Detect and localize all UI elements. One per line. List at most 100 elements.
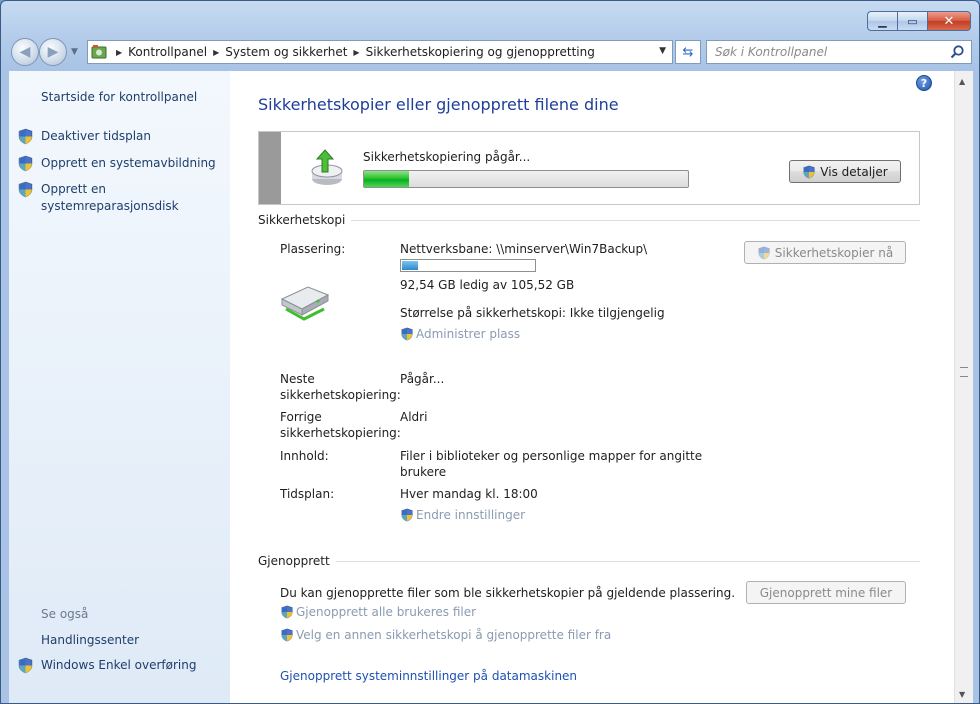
breadcrumb-separator-icon[interactable]: ▶ <box>110 48 128 57</box>
restore-system-settings-link[interactable]: Gjenopprett systeminnstillinger på datam… <box>280 669 577 683</box>
address-dropdown-icon[interactable]: ▼ <box>659 46 666 56</box>
manage-space-label: Administrer plass <box>416 327 521 341</box>
schedule-label: Tidsplan: <box>280 487 335 501</box>
backup-section-title: Sikkerhetskopi <box>258 213 346 227</box>
breadcrumb-control-panel[interactable]: Kontrollpanel <box>128 45 207 59</box>
next-backup-label-line1: Neste <box>280 372 315 386</box>
breadcrumb-separator-icon[interactable]: ▶ <box>207 48 225 57</box>
close-button[interactable]: ✕ <box>927 11 971 31</box>
uac-shield-icon <box>757 246 771 260</box>
restore-my-files-button[interactable]: Gjenopprett mine filer <box>746 581 906 604</box>
uac-shield-icon <box>17 128 34 145</box>
recent-pages-dropdown[interactable]: ▼ <box>71 47 78 57</box>
sidebar-item-create-repair-disc[interactable]: Opprett en <box>41 181 106 197</box>
navigation-bar: ◀ ▶ ▼ ▶ Kontrollpanel ▶ System og sikker… <box>9 37 973 67</box>
section-divider <box>335 560 920 562</box>
contents-value-line2: brukere <box>400 465 447 479</box>
uac-shield-icon <box>17 181 34 198</box>
location-label: Plassering: <box>280 242 346 256</box>
caption-buttons: ▁ ▭ ✕ <box>867 11 971 31</box>
minimize-icon: ▁ <box>878 14 887 28</box>
help-icon[interactable]: ? <box>916 75 932 91</box>
last-backup-value: Aldri <box>400 410 428 424</box>
task-pane: Startside for kontrollpanel Deaktiver ti… <box>9 71 230 703</box>
forward-button[interactable]: ▶ <box>39 38 67 66</box>
last-backup-label: Forrige sikkerhetskopiering: <box>280 409 401 441</box>
section-divider <box>351 219 920 221</box>
restore-all-users-link[interactable]: Gjenopprett alle brukeres filer <box>280 605 476 619</box>
last-backup-label-line1: Forrige <box>280 410 322 424</box>
schedule-value: Hver mandag kl. 18:00 <box>400 487 538 501</box>
sidebar-item-create-system-image[interactable]: Opprett en systemavbildning <box>41 155 216 171</box>
sidebar-item-create-repair-disc-line2[interactable]: systemreparasjonsdisk <box>41 198 179 214</box>
uac-shield-icon <box>280 605 294 619</box>
next-backup-value: Pågår... <box>400 372 445 386</box>
uac-shield-icon <box>802 165 816 179</box>
next-backup-label: Neste sikkerhetskopiering: <box>280 371 401 403</box>
back-arrow-icon: ◀ <box>19 44 31 60</box>
breadcrumb-backup-restore[interactable]: Sikkerhetskopiering og gjenoppretting <box>366 45 595 59</box>
back-button[interactable]: ◀ <box>11 38 39 66</box>
manage-space-link[interactable]: Administrer plass <box>400 327 520 341</box>
next-backup-label-line2: sikkerhetskopiering: <box>280 388 401 402</box>
sidebar-item-action-center[interactable]: Handlingssenter <box>41 632 139 648</box>
content-area: Startside for kontrollpanel Deaktiver ti… <box>9 71 973 703</box>
select-other-backup-link[interactable]: Velg en annen sikkerhetskopi å gjenoppre… <box>280 628 611 642</box>
see-also-heading: Se også <box>41 607 89 621</box>
close-icon: ✕ <box>943 13 955 29</box>
scroll-down-icon[interactable]: ▼ <box>959 690 965 699</box>
contents-label: Innhold: <box>280 449 329 463</box>
restore-section-heading: Gjenopprett <box>258 554 920 568</box>
free-space-text: 92,54 GB ledig av 105,52 GB <box>400 278 575 292</box>
view-details-label: Vis detaljer <box>820 164 888 179</box>
restore-all-users-label: Gjenopprett alle brukeres filer <box>296 605 477 619</box>
forward-arrow-icon: ▶ <box>47 44 59 60</box>
backup-progress-label: Sikkerhetskopiering pågår... <box>363 150 531 164</box>
search-icon[interactable] <box>949 44 965 60</box>
maximize-icon: ▭ <box>907 14 918 28</box>
backup-now-label: Sikkerhetskopier nå <box>774 245 894 260</box>
location-value: Nettverksbane: \\minserver\Win7Backup\ <box>400 242 648 256</box>
address-bar[interactable]: ▶ Kontrollpanel ▶ System og sikkerhet ▶ … <box>87 40 673 64</box>
backup-now-button[interactable]: Sikkerhetskopier nå <box>744 241 906 264</box>
minimize-button[interactable]: ▁ <box>867 11 897 31</box>
breadcrumb-separator-icon[interactable]: ▶ <box>347 48 365 57</box>
uac-shield-icon <box>400 327 414 341</box>
refresh-button[interactable]: ⇆ <box>675 40 701 64</box>
change-settings-link[interactable]: Endre innstillinger <box>400 508 525 522</box>
last-backup-label-line2: sikkerhetskopiering: <box>280 426 401 440</box>
control-panel-icon <box>88 41 110 63</box>
scroll-thumb-grip[interactable] <box>960 367 968 377</box>
sidebar-home-link[interactable]: Startside for kontrollpanel <box>41 89 197 105</box>
uac-shield-icon <box>17 155 34 172</box>
progress-panel-stripe <box>259 132 281 204</box>
vertical-scrollbar[interactable]: ▲ ▼ <box>954 71 973 703</box>
contents-value-line1: Filer i biblioteker og personlige mapper… <box>400 449 703 463</box>
refresh-icon: ⇆ <box>682 44 694 60</box>
uac-shield-icon <box>280 628 294 642</box>
contents-value: Filer i biblioteker og personlige mapper… <box>400 448 702 480</box>
view-details-button[interactable]: Vis detaljer <box>789 160 901 183</box>
breadcrumb-system-security[interactable]: System og sikkerhet <box>225 45 347 59</box>
backup-restore-window: ▁ ▭ ✕ ◀ ▶ ▼ ▶ Kontrollpanel ▶ System og … <box>0 0 980 704</box>
disk-capacity-fill <box>402 261 418 270</box>
backup-in-progress-icon <box>311 149 343 185</box>
select-other-backup-label: Velg en annen sikkerhetskopi å gjenoppre… <box>296 628 612 642</box>
search-input[interactable]: Søk i Kontrollpanel <box>706 40 972 64</box>
change-settings-label: Endre innstillinger <box>416 508 526 522</box>
restore-section-title: Gjenopprett <box>258 554 330 568</box>
sidebar-item-disable-schedule[interactable]: Deaktiver tidsplan <box>41 128 151 144</box>
backup-progress-panel: Sikkerhetskopiering pågår... Vis detalje… <box>258 131 920 205</box>
backup-size-text: Størrelse på sikkerhetskopi: Ikke tilgje… <box>400 306 665 320</box>
backup-section-heading: Sikkerhetskopi <box>258 213 920 227</box>
scroll-up-icon[interactable]: ▲ <box>959 77 965 86</box>
uac-shield-icon <box>17 657 34 674</box>
maximize-button[interactable]: ▭ <box>897 11 927 31</box>
search-placeholder: Søk i Kontrollpanel <box>715 45 828 59</box>
backup-progress-fill <box>364 171 410 187</box>
backup-drive-icon <box>280 286 330 321</box>
backup-progress-bar <box>363 170 689 188</box>
page-title: Sikkerhetskopier eller gjenopprett filen… <box>258 95 619 114</box>
sidebar-item-easy-transfer[interactable]: Windows Enkel overføring <box>41 657 196 673</box>
uac-shield-icon <box>400 508 414 522</box>
